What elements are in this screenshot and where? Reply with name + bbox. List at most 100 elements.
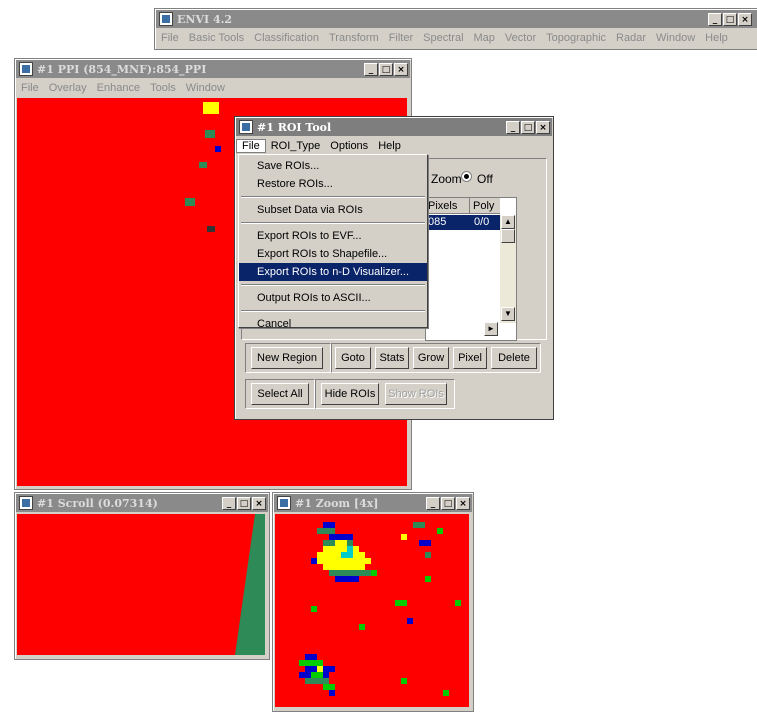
scroll-right-button[interactable]: ►	[484, 322, 498, 336]
zoom-image-display[interactable]	[275, 514, 469, 707]
menu-item-export-evf[interactable]: Export ROIs to EVF...	[239, 227, 427, 245]
scroll-window-icon	[19, 496, 33, 510]
roi-table: Pixels Poly 085 0/0 ▲ ▼ ►	[425, 197, 517, 341]
menu-item-export-shapefile[interactable]: Export ROIs to Shapefile...	[239, 245, 427, 263]
zoom-titlebar: #1 Zoom [4x] _ □ ×	[274, 494, 472, 512]
menu-transform[interactable]: Transform	[324, 32, 384, 44]
off-radio[interactable]	[461, 171, 472, 182]
minimize-button[interactable]: _	[426, 496, 440, 510]
zoom-pixel	[359, 624, 365, 630]
menu-separator	[241, 310, 425, 312]
zoom-pixel	[401, 534, 407, 540]
menu-map[interactable]: Map	[469, 32, 500, 44]
menu-file[interactable]: File	[16, 82, 44, 94]
close-button[interactable]: ×	[536, 120, 550, 134]
image-menubar: File Overlay Enhance Tools Window	[16, 79, 410, 96]
roi-menu-options[interactable]: Options	[325, 140, 373, 152]
table-header-poly: Poly	[470, 198, 500, 214]
select-all-button[interactable]: Select All	[251, 383, 309, 405]
table-cell-pixels: 085	[428, 216, 447, 228]
menu-item-subset-data[interactable]: Subset Data via ROIs	[239, 201, 427, 219]
roi-tool-icon	[239, 120, 253, 134]
menu-overlay[interactable]: Overlay	[44, 82, 92, 94]
menu-item-export-nd-visualizer[interactable]: Export ROIs to n-D Visualizer...	[239, 263, 427, 281]
image-speckle	[199, 162, 207, 168]
image-speckle	[205, 130, 215, 138]
menu-spectral[interactable]: Spectral	[418, 32, 468, 44]
stats-button[interactable]: Stats	[375, 347, 409, 369]
menu-window[interactable]: Window	[181, 82, 230, 94]
zoom-pixel	[443, 690, 449, 696]
minimize-button[interactable]: _	[506, 120, 520, 134]
zoom-pixel	[329, 570, 371, 576]
delete-button[interactable]: Delete	[491, 347, 537, 369]
menu-file[interactable]: File	[156, 32, 184, 44]
maximize-button[interactable]: □	[441, 496, 455, 510]
menu-window[interactable]: Window	[651, 32, 700, 44]
roi-menu-file[interactable]: File	[236, 138, 266, 153]
zoom-image-pixels	[299, 522, 461, 696]
menu-item-cancel[interactable]: Cancel	[239, 315, 427, 333]
image-titlebar: #1 PPI (854_MNF):854_PPI _ □ ×	[16, 60, 410, 78]
menu-item-restore-rois[interactable]: Restore ROIs...	[239, 175, 427, 193]
menu-item-save-rois[interactable]: Save ROIs...	[239, 157, 427, 175]
scroll-up-button[interactable]: ▲	[501, 215, 515, 229]
menu-help[interactable]: Help	[700, 32, 733, 44]
table-row[interactable]: 085 0/0	[426, 215, 500, 230]
zoom-pixel	[305, 654, 317, 660]
image-speckle	[207, 226, 215, 232]
new-region-button[interactable]: New Region	[251, 347, 323, 369]
maximize-button[interactable]: □	[521, 120, 535, 134]
scroll-thumb[interactable]	[501, 229, 515, 243]
menu-basic-tools[interactable]: Basic Tools	[184, 32, 249, 44]
roi-menu-roi-type[interactable]: ROI_Type	[266, 140, 326, 152]
pixel-button[interactable]: Pixel	[453, 347, 487, 369]
zoom-pixel	[347, 546, 353, 552]
grow-button[interactable]: Grow	[413, 347, 449, 369]
zoom-pixel	[419, 540, 431, 546]
show-rois-button[interactable]: Show ROIs	[385, 383, 447, 405]
envi-title: ENVI 4.2	[177, 12, 233, 26]
menu-classification[interactable]: Classification	[249, 32, 324, 44]
minimize-button[interactable]: _	[708, 12, 722, 26]
close-button[interactable]: ×	[456, 496, 470, 510]
zoom-pixel	[317, 666, 323, 672]
menu-enhance[interactable]: Enhance	[92, 82, 145, 94]
zoom-pixel	[299, 660, 323, 666]
scroll-down-button[interactable]: ▼	[501, 307, 515, 321]
zoom-pixel	[335, 576, 359, 582]
image-window-icon	[19, 62, 33, 76]
menu-topographic[interactable]: Topographic	[541, 32, 611, 44]
zoom-pixel	[317, 528, 335, 534]
zoom-pixel	[305, 678, 329, 684]
maximize-button[interactable]: □	[379, 62, 393, 76]
zoom-pixel	[335, 540, 347, 546]
menu-filter[interactable]: Filter	[384, 32, 418, 44]
zoom-pixel	[323, 546, 359, 552]
menu-vector[interactable]: Vector	[500, 32, 541, 44]
roi-menu-help[interactable]: Help	[373, 140, 406, 152]
scroll-window: #1 Scroll (0.07314) _ □ ×	[14, 492, 270, 660]
vertical-scrollbar[interactable]: ▲ ▼	[500, 215, 516, 323]
goto-button[interactable]: Goto	[335, 347, 371, 369]
close-button[interactable]: ×	[738, 12, 752, 26]
minimize-button[interactable]: _	[364, 62, 378, 76]
envi-app-icon	[159, 12, 173, 26]
roi-tool-titlebar: #1 ROI Tool _ □ ×	[236, 118, 552, 136]
zoom-pixel	[311, 672, 323, 678]
scroll-image-overlay	[235, 514, 265, 655]
image-speckle	[185, 198, 195, 206]
minimize-button[interactable]: _	[222, 496, 236, 510]
hide-rois-button[interactable]: Hide ROIs	[321, 383, 379, 405]
zoom-pixel	[317, 558, 371, 564]
close-button[interactable]: ×	[252, 496, 266, 510]
close-button[interactable]: ×	[394, 62, 408, 76]
maximize-button[interactable]: □	[723, 12, 737, 26]
menu-radar[interactable]: Radar	[611, 32, 651, 44]
zoom-pixel	[413, 522, 425, 528]
maximize-button[interactable]: □	[237, 496, 251, 510]
menu-item-output-ascii[interactable]: Output ROIs to ASCII...	[239, 289, 427, 307]
menu-tools[interactable]: Tools	[145, 82, 181, 94]
scroll-image-display[interactable]	[17, 514, 265, 655]
zoom-pixel	[395, 600, 407, 606]
